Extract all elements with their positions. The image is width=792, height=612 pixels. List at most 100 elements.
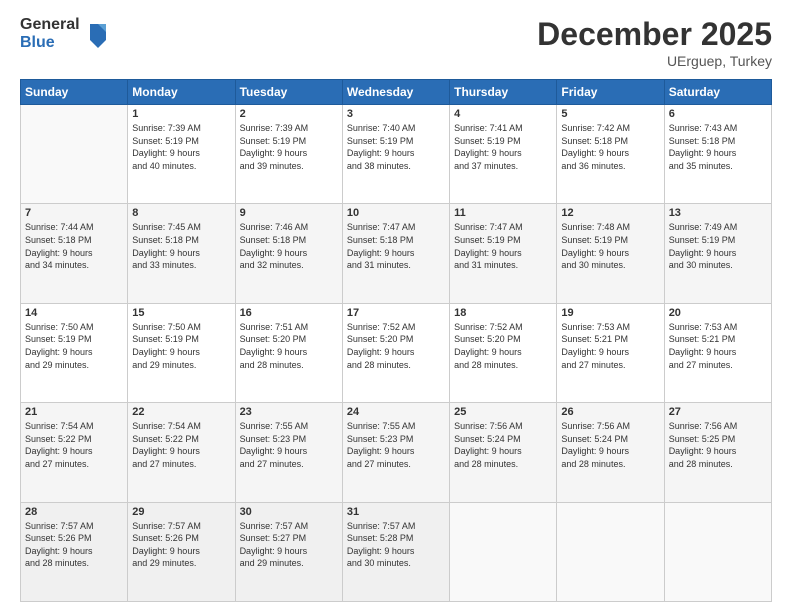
calendar-week-1: 1 Sunrise: 7:39 AM Sunset: 5:19 PM Daylig… xyxy=(21,105,772,204)
day-info: Sunrise: 7:50 AM Sunset: 5:19 PM Dayligh… xyxy=(25,321,123,371)
day-number: 24 xyxy=(347,406,445,418)
day-info: Sunrise: 7:53 AM Sunset: 5:21 PM Dayligh… xyxy=(669,321,767,371)
calendar-cell: 21 Sunrise: 7:54 AM Sunset: 5:22 PM Dayli… xyxy=(21,403,128,502)
col-wednesday: Wednesday xyxy=(342,80,449,105)
calendar-cell xyxy=(557,502,664,601)
calendar-cell: 22 Sunrise: 7:54 AM Sunset: 5:22 PM Dayli… xyxy=(128,403,235,502)
calendar-cell: 28 Sunrise: 7:57 AM Sunset: 5:26 PM Dayli… xyxy=(21,502,128,601)
calendar-cell: 26 Sunrise: 7:56 AM Sunset: 5:24 PM Dayli… xyxy=(557,403,664,502)
day-info: Sunrise: 7:55 AM Sunset: 5:23 PM Dayligh… xyxy=(240,420,338,470)
day-number: 13 xyxy=(669,207,767,219)
day-number: 14 xyxy=(25,307,123,319)
calendar-cell: 4 Sunrise: 7:41 AM Sunset: 5:19 PM Daylig… xyxy=(450,105,557,204)
col-sunday: Sunday xyxy=(21,80,128,105)
day-number: 31 xyxy=(347,506,445,518)
day-number: 4 xyxy=(454,108,552,120)
calendar-week-3: 14 Sunrise: 7:50 AM Sunset: 5:19 PM Dayli… xyxy=(21,303,772,402)
logo-general: General xyxy=(20,16,80,34)
calendar-cell: 15 Sunrise: 7:50 AM Sunset: 5:19 PM Dayli… xyxy=(128,303,235,402)
day-number: 19 xyxy=(561,307,659,319)
day-info: Sunrise: 7:50 AM Sunset: 5:19 PM Dayligh… xyxy=(132,321,230,371)
day-info: Sunrise: 7:52 AM Sunset: 5:20 PM Dayligh… xyxy=(454,321,552,371)
day-info: Sunrise: 7:47 AM Sunset: 5:19 PM Dayligh… xyxy=(454,221,552,271)
calendar-cell: 31 Sunrise: 7:57 AM Sunset: 5:28 PM Dayli… xyxy=(342,502,449,601)
col-thursday: Thursday xyxy=(450,80,557,105)
day-info: Sunrise: 7:43 AM Sunset: 5:18 PM Dayligh… xyxy=(669,122,767,172)
logo-blue: Blue xyxy=(20,34,80,52)
calendar-cell: 14 Sunrise: 7:50 AM Sunset: 5:19 PM Dayli… xyxy=(21,303,128,402)
day-info: Sunrise: 7:39 AM Sunset: 5:19 PM Dayligh… xyxy=(132,122,230,172)
day-number: 3 xyxy=(347,108,445,120)
day-number: 15 xyxy=(132,307,230,319)
day-number: 18 xyxy=(454,307,552,319)
day-info: Sunrise: 7:55 AM Sunset: 5:23 PM Dayligh… xyxy=(347,420,445,470)
day-info: Sunrise: 7:47 AM Sunset: 5:18 PM Dayligh… xyxy=(347,221,445,271)
page: General Blue December 2025 UErguep, Turk… xyxy=(0,0,792,612)
day-info: Sunrise: 7:57 AM Sunset: 5:26 PM Dayligh… xyxy=(25,520,123,570)
calendar-cell: 25 Sunrise: 7:56 AM Sunset: 5:24 PM Dayli… xyxy=(450,403,557,502)
day-info: Sunrise: 7:48 AM Sunset: 5:19 PM Dayligh… xyxy=(561,221,659,271)
day-number: 1 xyxy=(132,108,230,120)
day-number: 2 xyxy=(240,108,338,120)
day-number: 20 xyxy=(669,307,767,319)
day-number: 22 xyxy=(132,406,230,418)
calendar-cell: 16Sunrise: 7:51 AM Sunset: 5:20 PM Dayli… xyxy=(235,303,342,402)
day-number: 11 xyxy=(454,207,552,219)
day-info: Sunrise: 7:54 AM Sunset: 5:22 PM Dayligh… xyxy=(25,420,123,470)
calendar-cell: 18 Sunrise: 7:52 AM Sunset: 5:20 PM Dayli… xyxy=(450,303,557,402)
day-info: Sunrise: 7:54 AM Sunset: 5:22 PM Dayligh… xyxy=(132,420,230,470)
calendar-week-5: 28 Sunrise: 7:57 AM Sunset: 5:26 PM Dayli… xyxy=(21,502,772,601)
day-number: 5 xyxy=(561,108,659,120)
calendar-cell: 6 Sunrise: 7:43 AM Sunset: 5:18 PM Daylig… xyxy=(664,105,771,204)
calendar-cell: 19 Sunrise: 7:53 AM Sunset: 5:21 PM Dayli… xyxy=(557,303,664,402)
col-monday: Monday xyxy=(128,80,235,105)
calendar-cell xyxy=(664,502,771,601)
day-number: 28 xyxy=(25,506,123,518)
col-friday: Friday xyxy=(557,80,664,105)
calendar-cell: 24 Sunrise: 7:55 AM Sunset: 5:23 PM Dayli… xyxy=(342,403,449,502)
calendar-cell xyxy=(21,105,128,204)
day-number: 6 xyxy=(669,108,767,120)
logo-icon xyxy=(86,20,110,48)
day-info: Sunrise: 7:49 AM Sunset: 5:19 PM Dayligh… xyxy=(669,221,767,271)
calendar-cell: 10 Sunrise: 7:47 AM Sunset: 5:18 PM Dayli… xyxy=(342,204,449,303)
day-number: 21 xyxy=(25,406,123,418)
day-info: Sunrise: 7:44 AM Sunset: 5:18 PM Dayligh… xyxy=(25,221,123,271)
day-info: Sunrise: 7:57 AM Sunset: 5:26 PM Dayligh… xyxy=(132,520,230,570)
calendar-cell: 29 Sunrise: 7:57 AM Sunset: 5:26 PM Dayli… xyxy=(128,502,235,601)
calendar-week-2: 7Sunrise: 7:44 AM Sunset: 5:18 PM Daylig… xyxy=(21,204,772,303)
calendar-cell: 17Sunrise: 7:52 AM Sunset: 5:20 PM Dayli… xyxy=(342,303,449,402)
day-info: Sunrise: 7:39 AM Sunset: 5:19 PM Dayligh… xyxy=(240,122,338,172)
calendar-cell: 27Sunrise: 7:56 AM Sunset: 5:25 PM Dayli… xyxy=(664,403,771,502)
col-tuesday: Tuesday xyxy=(235,80,342,105)
day-number: 8 xyxy=(132,207,230,219)
day-info: Sunrise: 7:51 AM Sunset: 5:20 PM Dayligh… xyxy=(240,321,338,371)
calendar-cell: 7Sunrise: 7:44 AM Sunset: 5:18 PM Daylig… xyxy=(21,204,128,303)
calendar-cell: 30Sunrise: 7:57 AM Sunset: 5:27 PM Dayli… xyxy=(235,502,342,601)
day-number: 25 xyxy=(454,406,552,418)
day-number: 17 xyxy=(347,307,445,319)
calendar-week-4: 21 Sunrise: 7:54 AM Sunset: 5:22 PM Dayli… xyxy=(21,403,772,502)
day-number: 29 xyxy=(132,506,230,518)
day-info: Sunrise: 7:41 AM Sunset: 5:19 PM Dayligh… xyxy=(454,122,552,172)
day-info: Sunrise: 7:53 AM Sunset: 5:21 PM Dayligh… xyxy=(561,321,659,371)
day-number: 12 xyxy=(561,207,659,219)
calendar-cell: 5Sunrise: 7:42 AM Sunset: 5:18 PM Daylig… xyxy=(557,105,664,204)
day-number: 30 xyxy=(240,506,338,518)
day-info: Sunrise: 7:46 AM Sunset: 5:18 PM Dayligh… xyxy=(240,221,338,271)
col-saturday: Saturday xyxy=(664,80,771,105)
calendar-cell: 23Sunrise: 7:55 AM Sunset: 5:23 PM Dayli… xyxy=(235,403,342,502)
day-number: 10 xyxy=(347,207,445,219)
calendar-cell: 8Sunrise: 7:45 AM Sunset: 5:18 PM Daylig… xyxy=(128,204,235,303)
calendar-header-row: Sunday Monday Tuesday Wednesday Thursday… xyxy=(21,80,772,105)
logo: General Blue xyxy=(20,16,110,51)
day-info: Sunrise: 7:56 AM Sunset: 5:24 PM Dayligh… xyxy=(561,420,659,470)
day-info: Sunrise: 7:57 AM Sunset: 5:28 PM Dayligh… xyxy=(347,520,445,570)
day-number: 26 xyxy=(561,406,659,418)
day-info: Sunrise: 7:56 AM Sunset: 5:24 PM Dayligh… xyxy=(454,420,552,470)
header: General Blue December 2025 UErguep, Turk… xyxy=(20,16,772,69)
calendar-cell: 13 Sunrise: 7:49 AM Sunset: 5:19 PM Dayli… xyxy=(664,204,771,303)
day-info: Sunrise: 7:40 AM Sunset: 5:19 PM Dayligh… xyxy=(347,122,445,172)
calendar-cell: 20 Sunrise: 7:53 AM Sunset: 5:21 PM Dayli… xyxy=(664,303,771,402)
calendar-cell: 11 Sunrise: 7:47 AM Sunset: 5:19 PM Dayli… xyxy=(450,204,557,303)
